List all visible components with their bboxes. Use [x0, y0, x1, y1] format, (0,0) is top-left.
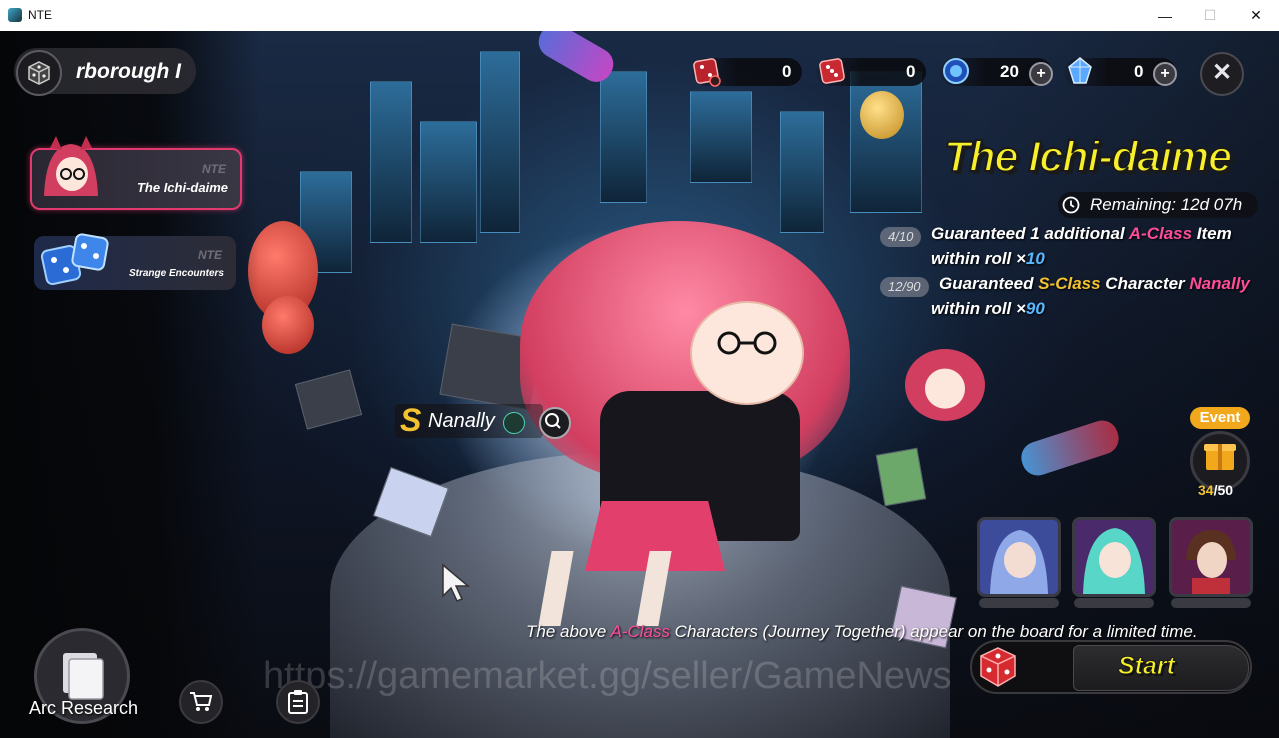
cart-icon: [190, 692, 213, 711]
event-progress: 34/50: [1198, 482, 1234, 498]
location-name: rborough I: [76, 60, 181, 83]
watermark-text: https://gamemarket.gg/seller/GameNews: [263, 655, 952, 697]
tab-brand: NTE: [202, 162, 226, 176]
records-button[interactable]: [276, 680, 320, 724]
currency-value: 0: [782, 62, 792, 81]
a-class-portrait-3[interactable]: [1169, 517, 1253, 597]
city-tower: [480, 51, 520, 233]
cat-balloon: [262, 296, 314, 354]
blue-orb-icon: [943, 58, 969, 84]
character-portrait-icon: [1075, 520, 1153, 594]
start-label: Start: [1118, 652, 1176, 681]
add-orb-button[interactable]: +: [1029, 62, 1053, 86]
close-banner-button[interactable]: ✕: [1200, 52, 1244, 96]
banner-tab-strange-encounters[interactable]: NTE Strange Encounters: [34, 233, 236, 290]
city-tower: [780, 111, 824, 233]
featured-character-name: Nanally: [428, 410, 495, 432]
a-class-notice: The above A-Class Characters (Journey To…: [526, 622, 1198, 641]
arc-research-label: Arc Research: [29, 698, 139, 718]
shop-button[interactable]: [179, 680, 223, 724]
floating-rock: [294, 369, 363, 430]
rank-badge: S: [400, 402, 422, 438]
portrait-nameplate: [1171, 598, 1251, 608]
app-icon: [8, 8, 22, 22]
character-legs: [538, 551, 672, 626]
guarantee-a-line1: Guaranteed 1 additional A-Class Item: [931, 224, 1232, 243]
chibi-character: [905, 349, 985, 421]
guarantee-s-line2: within roll ×90: [931, 299, 1045, 318]
character-portrait-icon: [980, 520, 1058, 594]
add-crystal-button[interactable]: +: [1153, 62, 1177, 86]
portrait-nameplate: [1074, 598, 1154, 608]
red-dice-ticket-icon: [693, 58, 721, 87]
portrait-nameplate: [979, 598, 1059, 608]
clipboard-icon: [288, 690, 308, 714]
city-tower: [370, 81, 412, 243]
dice-icon: [28, 61, 50, 85]
city-tower: [420, 121, 477, 243]
currency-value: 20: [1000, 62, 1019, 81]
rubiks-cube: [875, 447, 927, 507]
character-portrait-icon: [1172, 520, 1250, 594]
pity-badge-s: 12/90: [880, 277, 929, 297]
location-dice-icon[interactable]: [16, 50, 62, 96]
element-icon: [503, 412, 525, 434]
currency-value: 0: [1134, 62, 1144, 81]
clock-icon: [1062, 196, 1080, 214]
crystal-icon: [1068, 57, 1092, 84]
blue-dice-icon: [40, 233, 109, 286]
remaining-time: Remaining: 12d 07h: [1090, 195, 1243, 214]
mouse-cursor-icon: [442, 563, 471, 602]
city-tower: [690, 91, 752, 183]
window-close-button[interactable]: ✕: [1233, 0, 1279, 31]
a-class-portrait-1[interactable]: [977, 517, 1061, 597]
event-label: Event: [1190, 407, 1250, 429]
character-detail-button[interactable]: [539, 407, 571, 439]
window-titlebar: NTE — ☐ ✕: [0, 0, 1279, 32]
a-class-portrait-2[interactable]: [1072, 517, 1156, 597]
tab-brand: NTE: [198, 248, 222, 262]
minimize-button[interactable]: —: [1142, 0, 1188, 31]
currency-value: 0: [906, 62, 916, 81]
tab-label: Strange Encounters: [128, 268, 224, 279]
banner-tab-ichi-daime[interactable]: NTE The Ichi-daime: [30, 136, 242, 210]
red-dice-icon: [980, 647, 1016, 687]
red-dice-icon: [819, 58, 845, 84]
heart-balloon: [860, 91, 904, 139]
gift-box-icon: [1204, 444, 1236, 470]
guarantee-s-line1: Guaranteed S-Class Character Nanally: [939, 274, 1250, 293]
guarantee-a-line2: within roll ×10: [931, 249, 1045, 268]
magnifier-icon: [545, 413, 561, 429]
maximize-button[interactable]: ☐: [1187, 0, 1233, 31]
banner-title: The Ichi-daime: [943, 132, 1233, 182]
city-tower: [600, 71, 647, 203]
window-title: NTE: [28, 8, 52, 22]
nanally-portrait-icon: [44, 136, 98, 196]
tab-label: The Ichi-daime: [136, 180, 228, 195]
glasses-icon: [717, 331, 777, 355]
pity-badge-a: 4/10: [880, 227, 922, 247]
